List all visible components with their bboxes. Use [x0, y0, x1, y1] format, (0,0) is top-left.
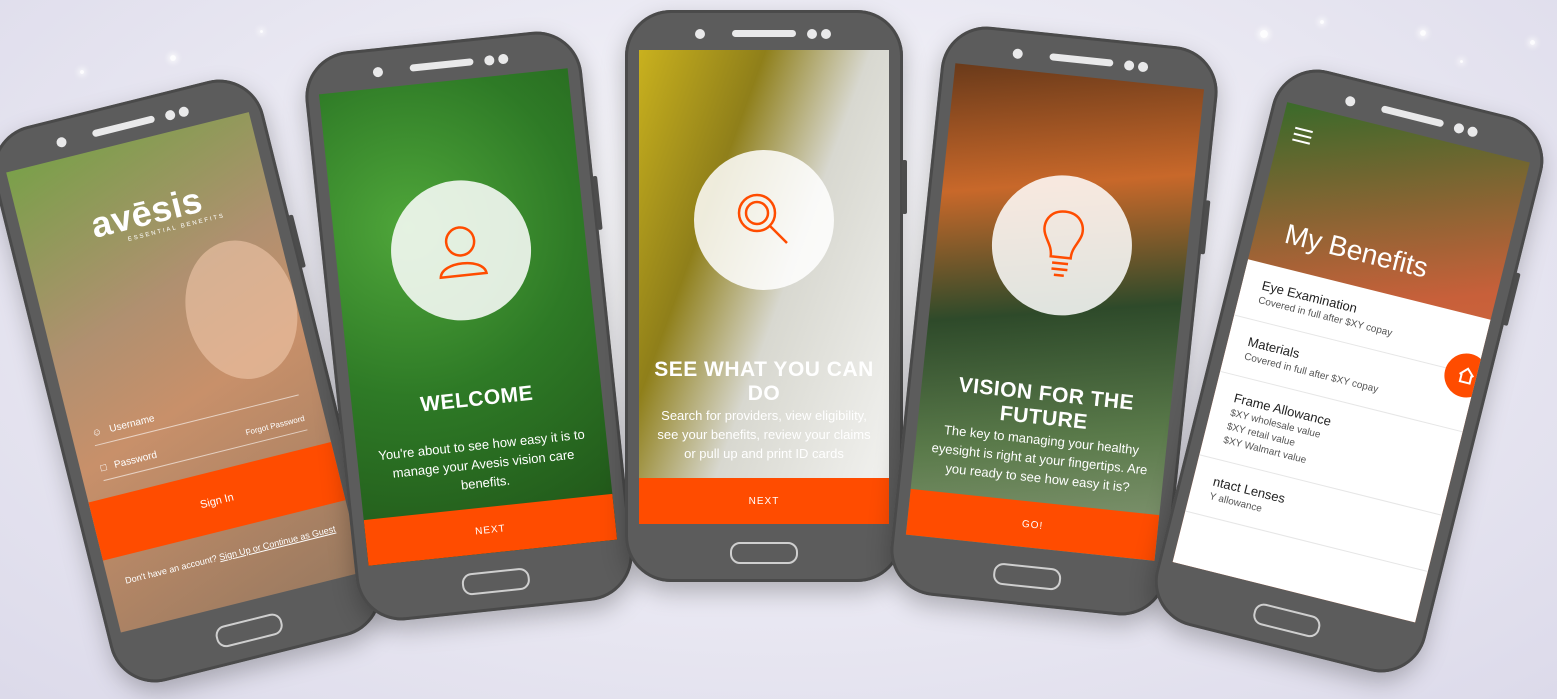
home-icon	[1458, 367, 1475, 385]
sparkle	[260, 30, 263, 33]
features-title: SEE WHAT YOU CAN DO	[654, 358, 874, 405]
hero-circle	[985, 168, 1139, 323]
camera-dot	[1344, 95, 1357, 108]
camera-dot	[695, 29, 705, 39]
signup-link[interactable]: Sign Up or Continue as Guest	[218, 524, 336, 563]
camera-dot	[372, 66, 384, 78]
side-key	[902, 160, 907, 214]
camera-dot	[177, 105, 190, 118]
features-body: Search for providers, view eligibility, …	[657, 408, 871, 461]
speaker	[1380, 105, 1445, 128]
sparkle	[1260, 30, 1268, 38]
side-key	[1199, 200, 1211, 255]
lightbulb-icon	[1043, 210, 1085, 278]
benefits-list: Eye Examination Covered in full after $X…	[1172, 259, 1491, 623]
sparkle	[80, 70, 84, 74]
camera-dot	[164, 109, 177, 122]
username-placeholder: Username	[108, 412, 156, 435]
camera-dot	[55, 136, 68, 149]
menu-icon[interactable]	[1291, 126, 1313, 149]
next-button[interactable]: NEXT	[639, 478, 889, 524]
speaker	[1049, 53, 1114, 67]
child-face-image	[171, 228, 312, 391]
camera-dot	[1466, 125, 1479, 138]
home-button[interactable]	[460, 567, 531, 597]
next-button[interactable]: NEXT	[363, 493, 618, 566]
password-placeholder: Password	[112, 449, 159, 471]
home-button[interactable]	[213, 611, 285, 650]
home-button[interactable]	[1251, 601, 1323, 640]
camera-dot	[497, 53, 509, 65]
camera-dot	[807, 29, 817, 39]
side-key	[592, 175, 603, 231]
side-key	[1502, 272, 1521, 327]
sparkle	[1420, 30, 1426, 36]
hero-circle	[694, 150, 834, 290]
user-icon	[439, 226, 489, 280]
forgot-password-link[interactable]: Forgot Password	[245, 413, 306, 436]
welcome-title: WELCOME	[419, 381, 535, 417]
lock-icon: □	[99, 461, 108, 474]
sparkle	[1460, 60, 1463, 63]
welcome-screen: WELCOME You're about to see how easy it …	[318, 68, 618, 566]
phone-welcome: WELCOME You're about to see how easy it …	[300, 27, 638, 625]
hero-circle	[384, 173, 538, 328]
benefits-screen: My Benefits Eye Examination Covered in f…	[1172, 102, 1530, 623]
camera-dot	[1137, 61, 1149, 73]
features-screen: SEE WHAT YOU CAN DO Search for providers…	[639, 50, 889, 524]
camera-dot	[1123, 59, 1135, 71]
sparkle	[1320, 20, 1324, 24]
camera-dot	[1012, 48, 1024, 60]
go-button[interactable]: GO!	[905, 488, 1160, 561]
phone-features: SEE WHAT YOU CAN DO Search for providers…	[625, 10, 907, 582]
home-button[interactable]	[730, 542, 798, 564]
login-screen: avēsis ESSENTIAL BENEFITS ☺ Username □ P…	[6, 112, 364, 633]
home-button[interactable]	[992, 562, 1063, 592]
sparkle	[1530, 40, 1535, 45]
search-icon	[737, 193, 788, 244]
camera-dot	[483, 54, 495, 66]
side-key	[287, 214, 306, 269]
speaker	[732, 30, 796, 37]
user-icon: ☺	[90, 425, 104, 439]
speaker	[91, 115, 156, 138]
sparkle	[170, 55, 176, 61]
camera-dot	[821, 29, 831, 39]
speaker	[409, 58, 474, 72]
camera-dot	[1452, 122, 1466, 135]
vision-screen: VISION FOR THE FUTURE The key to managin…	[905, 63, 1205, 561]
phone-top	[659, 24, 869, 46]
welcome-body: You're about to see how easy it is to ma…	[377, 426, 586, 493]
no-account-text: Don't have an account?	[124, 553, 219, 586]
